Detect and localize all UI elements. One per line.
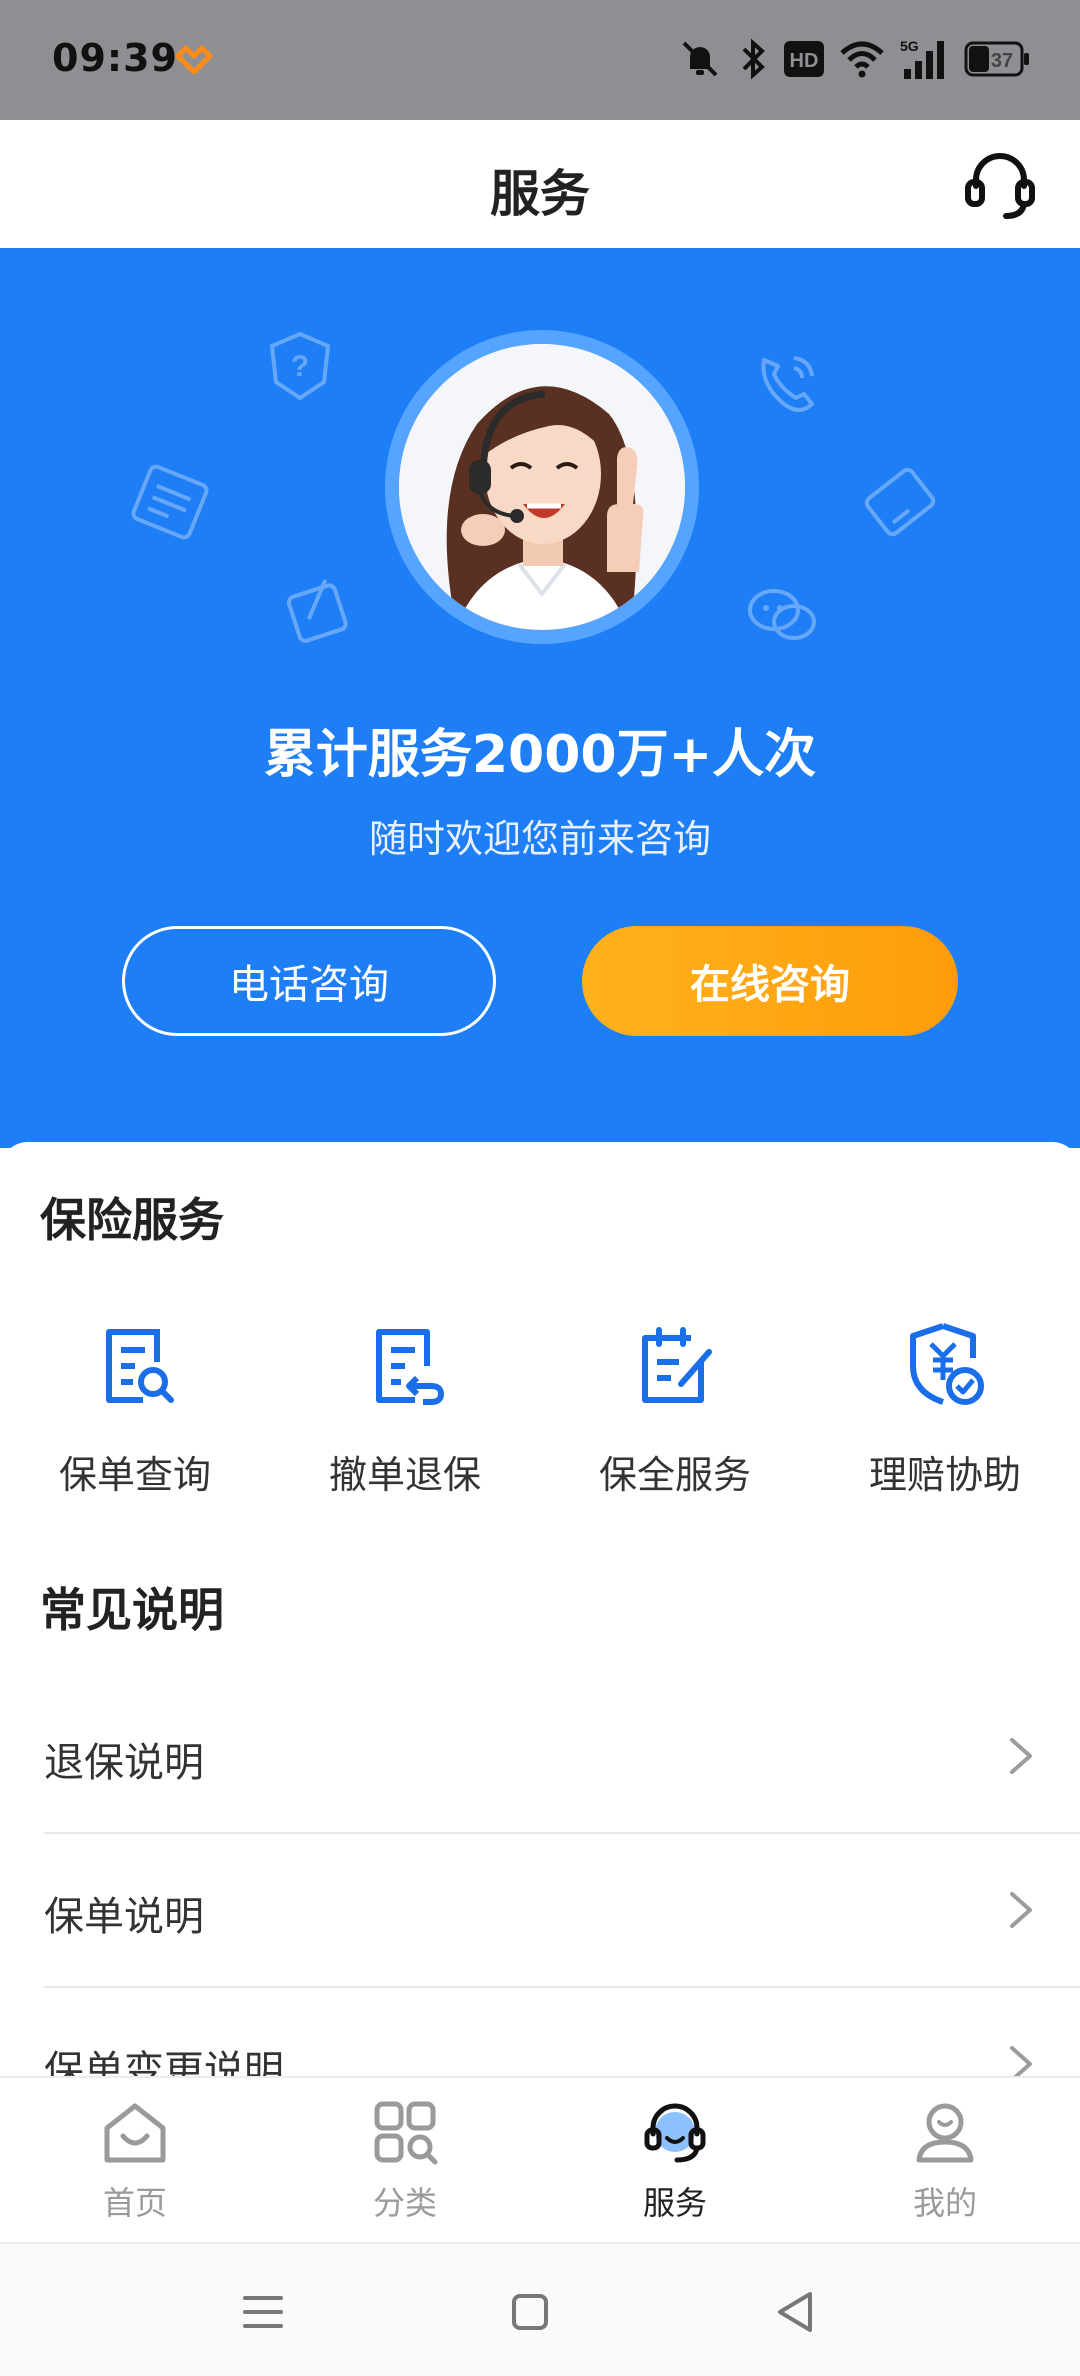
svg-text:5G: 5G [900,38,919,54]
tab-profile[interactable]: 我的 [810,2078,1080,2244]
tab-home[interactable]: 首页 [0,2078,270,2244]
faq-item-label: 保单变更说明 [44,2048,284,2080]
wifi-icon [840,41,884,78]
chevron-right-icon [1010,2046,1032,2080]
bluetooth-icon [742,38,765,80]
faq-item-surrender[interactable]: 退保说明 [44,1680,1080,1834]
policy-search-icon [106,1329,174,1403]
tab-category[interactable]: 分类 [270,2078,540,2244]
chevron-right-icon [1010,1892,1032,1928]
claim-shield-icon [910,1323,984,1405]
online-consult-label: 在线咨询 [690,962,850,1008]
faq-item-label: 保单说明 [44,1894,204,1940]
service-headset-icon [644,2103,706,2163]
system-nav-bar [0,2242,1080,2376]
phone-deco-icon [761,356,814,412]
service-cancel-policy[interactable]: 撤单退保 [270,1322,540,1502]
status-bar: 09:39 HD 5G 37 [0,0,1080,120]
phone-consult-label: 电话咨询 [229,962,389,1008]
service-hero-banner: ? 累计服务2000万+人次 随时欢迎您前来咨询 电话咨询 在线咨询 [0,248,1080,1148]
tab-label: 我的 [912,2184,977,2222]
document-deco-icon [131,464,209,540]
faq-title: 常见说明 [40,1583,224,1637]
online-consult-button[interactable]: 在线咨询 [582,926,958,1036]
service-claim-assist[interactable]: 理赔协助 [810,1322,1080,1502]
home-square-icon[interactable] [500,2284,560,2340]
faq-item-policy-change[interactable]: 保单变更说明 [44,1988,1080,2080]
home-icon [104,2103,166,2163]
headset-icon[interactable] [962,146,1038,222]
tab-label: 首页 [102,2184,167,2222]
faq-item-label: 退保说明 [44,1740,204,1786]
svg-text:?: ? [291,350,309,383]
card-deco-icon [864,467,936,537]
app-header: 服务 [0,120,1080,248]
insurance-services-grid: 保单查询 撤单退保 保全服务 理赔协助 [0,1322,1080,1502]
edit-deco-icon [286,579,348,643]
agent-portrait [399,344,685,630]
tab-label: 分类 [372,2184,437,2222]
customer-service-avatar [385,330,699,644]
service-label: 保全服务 [598,1453,751,1497]
service-label: 理赔协助 [868,1453,1021,1497]
bottom-tab-bar: 首页 分类 服务 我的 [0,2076,1080,2242]
policy-edit-icon [642,1327,712,1403]
service-label: 撤单退保 [328,1453,481,1497]
tab-label: 服务 [642,2184,707,2222]
tab-service[interactable]: 服务 [540,2078,810,2244]
muted-bell-icon [682,41,718,77]
service-label: 保单查询 [58,1453,211,1497]
svg-text:HD: HD [790,50,819,72]
insurance-services-title: 保险服务 [40,1193,224,1247]
chat-deco-icon [748,589,816,640]
category-grid-icon [374,2101,438,2165]
service-content: 保险服务 保单查询 撤单退保 保全服务 理赔协助 常见说明 退保说明 保单说明 … [0,1142,1080,2080]
app-notification-icon [175,45,213,75]
5g-signal-icon: 5G [900,38,944,79]
service-policy-query[interactable]: 保单查询 [0,1322,270,1502]
policy-return-icon [376,1329,445,1405]
profile-icon [916,2103,974,2163]
status-time: 09:39 [52,36,178,80]
service-count-headline: 累计服务2000万+人次 [263,725,817,785]
faq-item-policy[interactable]: 保单说明 [44,1834,1080,1988]
battery-icon: 37 [964,41,1029,77]
welcome-subtitle: 随时欢迎您前来咨询 [368,817,711,861]
menu-icon[interactable] [233,2284,293,2340]
phone-consult-button[interactable]: 电话咨询 [122,926,496,1036]
back-triangle-icon[interactable] [766,2284,826,2340]
question-badge-icon: ? [269,331,331,401]
battery-level: 37 [991,50,1013,72]
chevron-right-icon [1010,1738,1032,1774]
service-preservation[interactable]: 保全服务 [540,1322,810,1502]
page-title: 服务 [490,165,590,223]
status-icons: HD 5G 37 [678,34,1032,84]
hd-icon: HD [784,41,824,77]
